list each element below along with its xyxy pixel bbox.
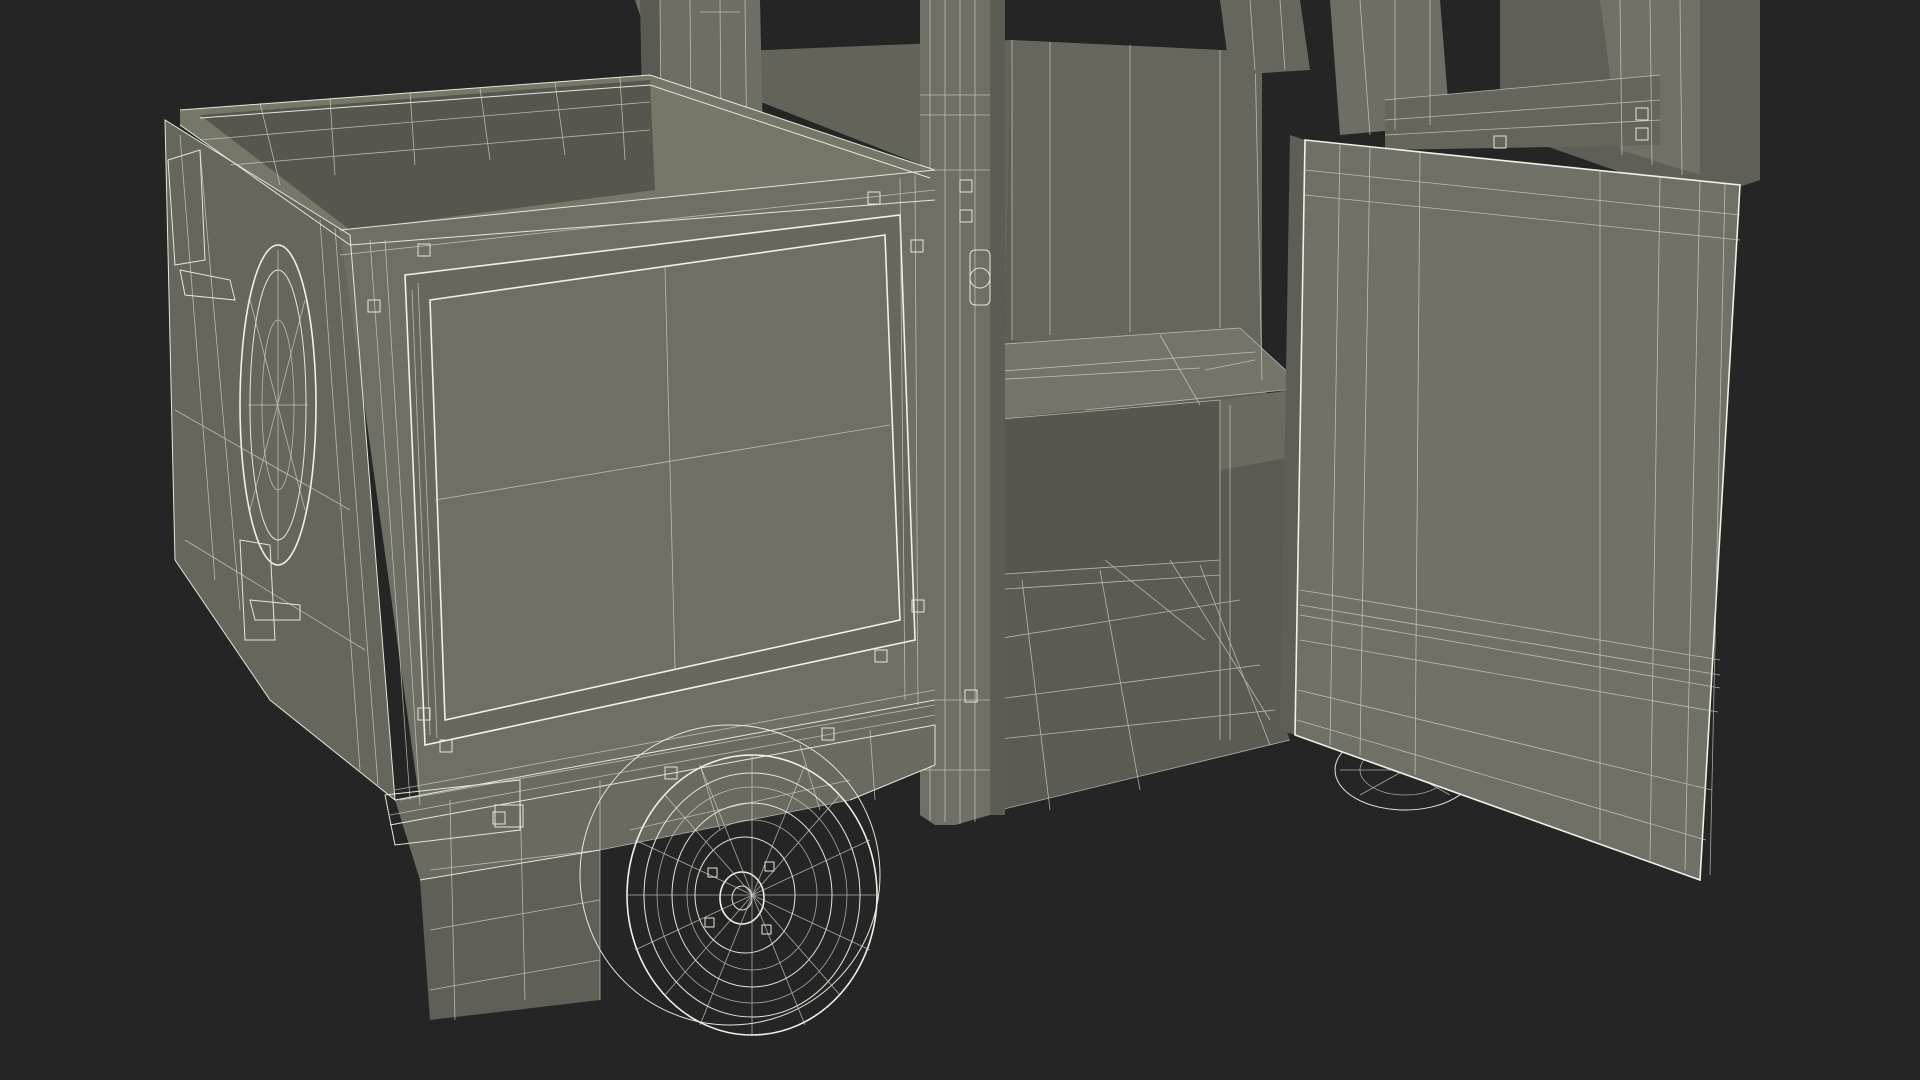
- viewport: [0, 0, 1920, 1080]
- wireframe-render: [0, 0, 1920, 1080]
